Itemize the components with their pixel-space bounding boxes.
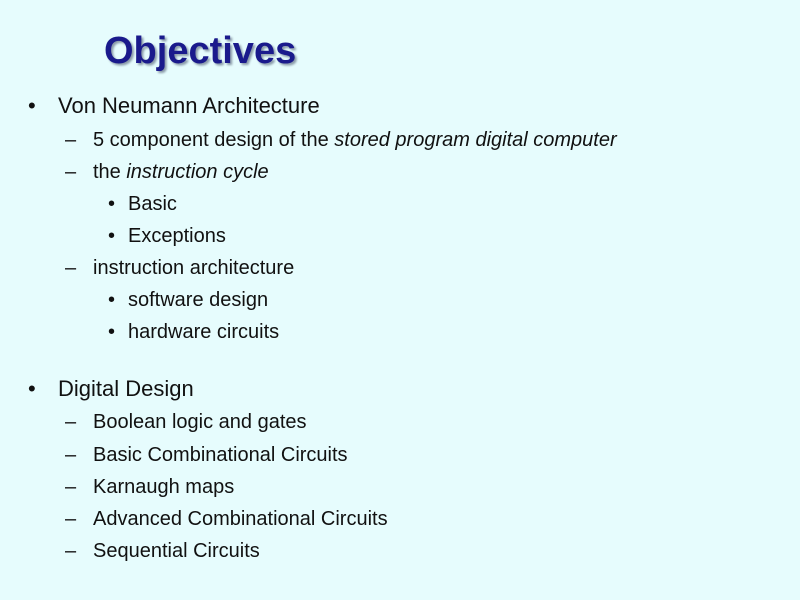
sub-item-emphasis: stored program digital computer <box>334 129 617 151</box>
bullet-text: Von Neumann Architecture <box>58 93 320 118</box>
bullet-icon: • <box>108 225 116 247</box>
dash-icon: – <box>65 444 77 466</box>
slide: Objectives • Von Neumann Architecture – … <box>0 0 800 600</box>
sub-sub-item: • Exceptions <box>108 225 226 247</box>
bullet-text: Digital Design <box>58 376 194 401</box>
dash-icon: – <box>65 476 77 498</box>
dash-icon: – <box>65 129 77 151</box>
dash-icon: – <box>65 540 77 562</box>
bullet-icon: • <box>108 193 116 215</box>
sub-item-text: Boolean logic and gates <box>93 411 307 433</box>
sub-sub-item-text: Basic <box>128 193 177 215</box>
slide-title: Objectives <box>104 30 297 72</box>
sub-item-text: Karnaugh maps <box>93 476 235 498</box>
sub-sub-item-text: software design <box>128 289 269 311</box>
bullet-icon: • <box>108 289 116 311</box>
sub-sub-item: • Basic <box>108 193 177 215</box>
sub-item-text: Advanced Combinational Circuits <box>93 508 388 530</box>
sub-item: – Karnaugh maps <box>65 476 235 498</box>
bullet-icon: • <box>28 376 36 401</box>
dash-icon: – <box>65 257 77 279</box>
bullet-icon: • <box>28 93 36 118</box>
sub-sub-item-text: Exceptions <box>128 225 226 247</box>
dash-icon: – <box>65 508 77 530</box>
bullet-item: • Von Neumann Architecture <box>28 93 320 118</box>
bullet-icon: • <box>108 321 116 343</box>
sub-item: – Boolean logic and gates <box>65 411 307 433</box>
sub-item-text: 5 component design of the <box>93 129 335 151</box>
bullet-item: • Digital Design <box>28 376 194 401</box>
sub-item: – instruction architecture <box>65 257 295 279</box>
sub-item: – the instruction cycle <box>65 161 269 183</box>
sub-item-text: Basic Combinational Circuits <box>93 444 348 466</box>
dash-icon: – <box>65 161 77 183</box>
sub-item: – Advanced Combinational Circuits <box>65 508 388 530</box>
sub-sub-item: • hardware circuits <box>108 321 280 343</box>
sub-sub-item-text: hardware circuits <box>128 321 280 343</box>
sub-sub-item: • software design <box>108 289 269 311</box>
sub-item: – Sequential Circuits <box>65 540 260 562</box>
sub-item-emphasis: instruction cycle <box>126 161 269 183</box>
sub-item: – Basic Combinational Circuits <box>65 444 348 466</box>
sub-item: – 5 component design of the stored progr… <box>65 129 617 151</box>
sub-item-text: the <box>93 161 127 183</box>
sub-item-text: Sequential Circuits <box>93 540 260 562</box>
sub-item-text: instruction architecture <box>93 257 295 279</box>
dash-icon: – <box>65 411 77 433</box>
